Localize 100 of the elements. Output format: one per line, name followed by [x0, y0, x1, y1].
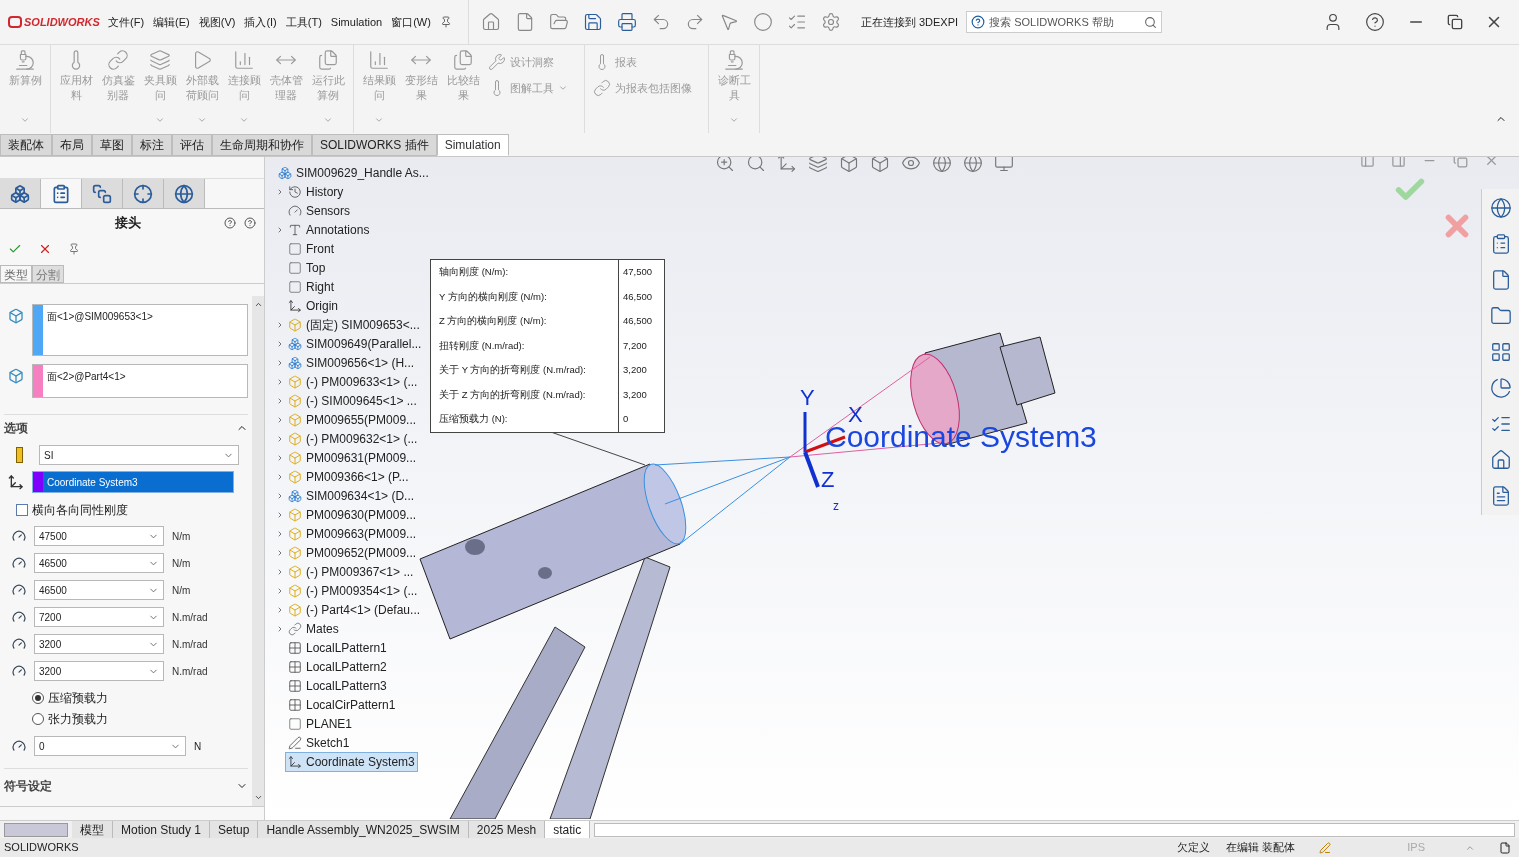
- tree-item[interactable]: PM009631(PM009...: [285, 447, 420, 468]
- tree-item[interactable]: (-) PM009633<1> (...: [285, 371, 421, 392]
- command-tab[interactable]: 生命周期和协作: [212, 134, 312, 156]
- tree-item[interactable]: (-) PM009354<1> (...: [285, 580, 421, 601]
- tree-item[interactable]: SIM009649(Parallel...: [285, 333, 425, 354]
- tree-item[interactable]: (固定) SIM009653<...: [285, 314, 423, 335]
- panel-right-icon[interactable]: [1391, 157, 1406, 168]
- tree-item[interactable]: (-) Part4<1> (Defau...: [285, 599, 424, 620]
- tree-item[interactable]: (-) SIM009645<1> ...: [285, 390, 420, 411]
- radio-button[interactable]: [32, 713, 44, 725]
- tree-item[interactable]: PM009652(PM009...: [285, 542, 420, 563]
- globe-icon[interactable]: [1489, 197, 1512, 219]
- printer-icon[interactable]: [616, 12, 637, 32]
- tree-item[interactable]: LocalCirPattern1: [285, 694, 399, 715]
- menu-item[interactable]: 工具(T): [285, 13, 322, 31]
- study-tab[interactable]: Motion Study 1: [113, 820, 211, 839]
- value-dropdown[interactable]: 46500: [34, 580, 164, 600]
- tree-item[interactable]: Sensors: [285, 200, 354, 221]
- scroll-up-icon[interactable]: [253, 300, 263, 309]
- menu-item[interactable]: 编辑(E): [153, 13, 190, 31]
- save-icon[interactable]: [582, 12, 603, 32]
- view-orient-icon[interactable]: [777, 157, 797, 173]
- home-icon[interactable]: [480, 12, 501, 32]
- view-cube-icon[interactable]: [839, 157, 859, 173]
- tree-item[interactable]: Right: [285, 276, 337, 297]
- tree-item[interactable]: SIM009656<1> (H...: [285, 352, 418, 373]
- cancel-icon[interactable]: [38, 242, 52, 256]
- menu-item[interactable]: 插入(I): [244, 13, 277, 31]
- tree-item[interactable]: Sketch1: [285, 732, 353, 753]
- tree-item[interactable]: (-) PM009632<1> (...: [285, 428, 421, 449]
- scrollbar[interactable]: [252, 296, 264, 806]
- tree-item[interactable]: Origin: [285, 295, 341, 316]
- tree-item[interactable]: SIM009629_Handle As...: [275, 162, 432, 183]
- command-tab[interactable]: 评估: [172, 134, 212, 156]
- panel-left-icon[interactable]: [1360, 157, 1375, 168]
- appearance-icon[interactable]: [1489, 377, 1512, 399]
- appearance-icon[interactable]: [963, 157, 983, 173]
- value-dropdown[interactable]: 46500: [34, 553, 164, 573]
- value-dropdown[interactable]: 0: [34, 736, 186, 756]
- note-icon[interactable]: [1499, 841, 1511, 854]
- scene-icon[interactable]: [932, 157, 952, 173]
- selection-box[interactable]: 面<2>@Part4<1>: [32, 364, 248, 398]
- restore-icon[interactable]: [1447, 14, 1463, 30]
- panel-tab[interactable]: [164, 179, 205, 208]
- zoom-icon[interactable]: [715, 157, 735, 173]
- menu-item[interactable]: Simulation: [330, 13, 383, 31]
- home-icon[interactable]: [1489, 449, 1512, 471]
- pin-icon[interactable]: [68, 243, 80, 255]
- tree-item[interactable]: SIM009634<1> (D...: [285, 485, 418, 506]
- tree-item[interactable]: History: [285, 181, 347, 202]
- monitor-icon[interactable]: [994, 157, 1014, 173]
- value-dropdown[interactable]: 3200: [34, 661, 164, 681]
- tree-item[interactable]: Mates: [285, 618, 342, 639]
- command-tab[interactable]: SOLIDWORKS 插件: [312, 134, 437, 156]
- settings-icon[interactable]: [820, 12, 841, 32]
- command-tab[interactable]: 草图: [92, 134, 132, 156]
- value-dropdown[interactable]: 47500: [34, 526, 164, 546]
- display-style-icon[interactable]: [870, 157, 890, 173]
- open-folder-icon[interactable]: [548, 12, 569, 32]
- radio-button[interactable]: [32, 692, 44, 704]
- pin-icon[interactable]: [439, 16, 452, 28]
- menu-item[interactable]: 文件(F): [108, 13, 145, 31]
- command-tab[interactable]: 布局: [52, 134, 92, 156]
- ok-icon[interactable]: [8, 242, 22, 256]
- command-tab[interactable]: 装配体: [0, 134, 52, 156]
- value-dropdown[interactable]: 7200: [34, 607, 164, 627]
- tree-item[interactable]: Top: [285, 257, 329, 278]
- sub-tab[interactable]: 分割: [32, 265, 64, 283]
- help-search-field[interactable]: 搜索 SOLIDWORKS 帮助: [966, 11, 1163, 33]
- menu-item[interactable]: 窗口(W): [391, 13, 431, 31]
- tree-item[interactable]: Coordinate System3: [285, 751, 418, 772]
- tree-item[interactable]: (-) PM009367<1> ...: [285, 561, 417, 582]
- study-tab[interactable]: Setup: [210, 820, 259, 839]
- sub-tab[interactable]: 类型: [0, 265, 32, 283]
- study-tab[interactable]: Handle Assembly_WN2025_SWSIM: [258, 820, 469, 839]
- tree-item[interactable]: LocalLPattern1: [285, 637, 390, 658]
- panel-tab[interactable]: [0, 179, 41, 208]
- command-tab[interactable]: 标注: [132, 134, 172, 156]
- tree-item[interactable]: PM009655(PM009...: [285, 409, 420, 430]
- tree-item[interactable]: LocalLPattern2: [285, 656, 390, 677]
- tree-item[interactable]: Annotations: [285, 219, 373, 240]
- zoom-area-icon[interactable]: [746, 157, 766, 173]
- panel-tab[interactable]: [123, 179, 164, 208]
- panel-tab[interactable]: [82, 179, 123, 208]
- command-tab[interactable]: Simulation: [436, 134, 509, 156]
- study-tab[interactable]: 模型: [72, 820, 113, 839]
- tree-item[interactable]: Front: [285, 238, 337, 259]
- tree-item[interactable]: PM009663(PM009...: [285, 523, 420, 544]
- tree-item[interactable]: PM009630(PM009...: [285, 504, 420, 525]
- value-dropdown[interactable]: 3200: [34, 634, 164, 654]
- whats-new-icon[interactable]: [224, 217, 236, 229]
- study-tab[interactable]: static: [545, 820, 591, 839]
- selection-box[interactable]: 面<1>@SIM009653<1>: [32, 304, 248, 356]
- checkbox[interactable]: [16, 504, 28, 516]
- section-view-icon[interactable]: [808, 157, 828, 173]
- menu-item[interactable]: 视图(V): [198, 13, 236, 31]
- tree-item[interactable]: PM009366<1> (P...: [285, 466, 412, 487]
- study-tab[interactable]: 2025 Mesh: [468, 820, 546, 839]
- scroll-down-icon[interactable]: [253, 793, 263, 802]
- help-icon[interactable]: [244, 217, 256, 229]
